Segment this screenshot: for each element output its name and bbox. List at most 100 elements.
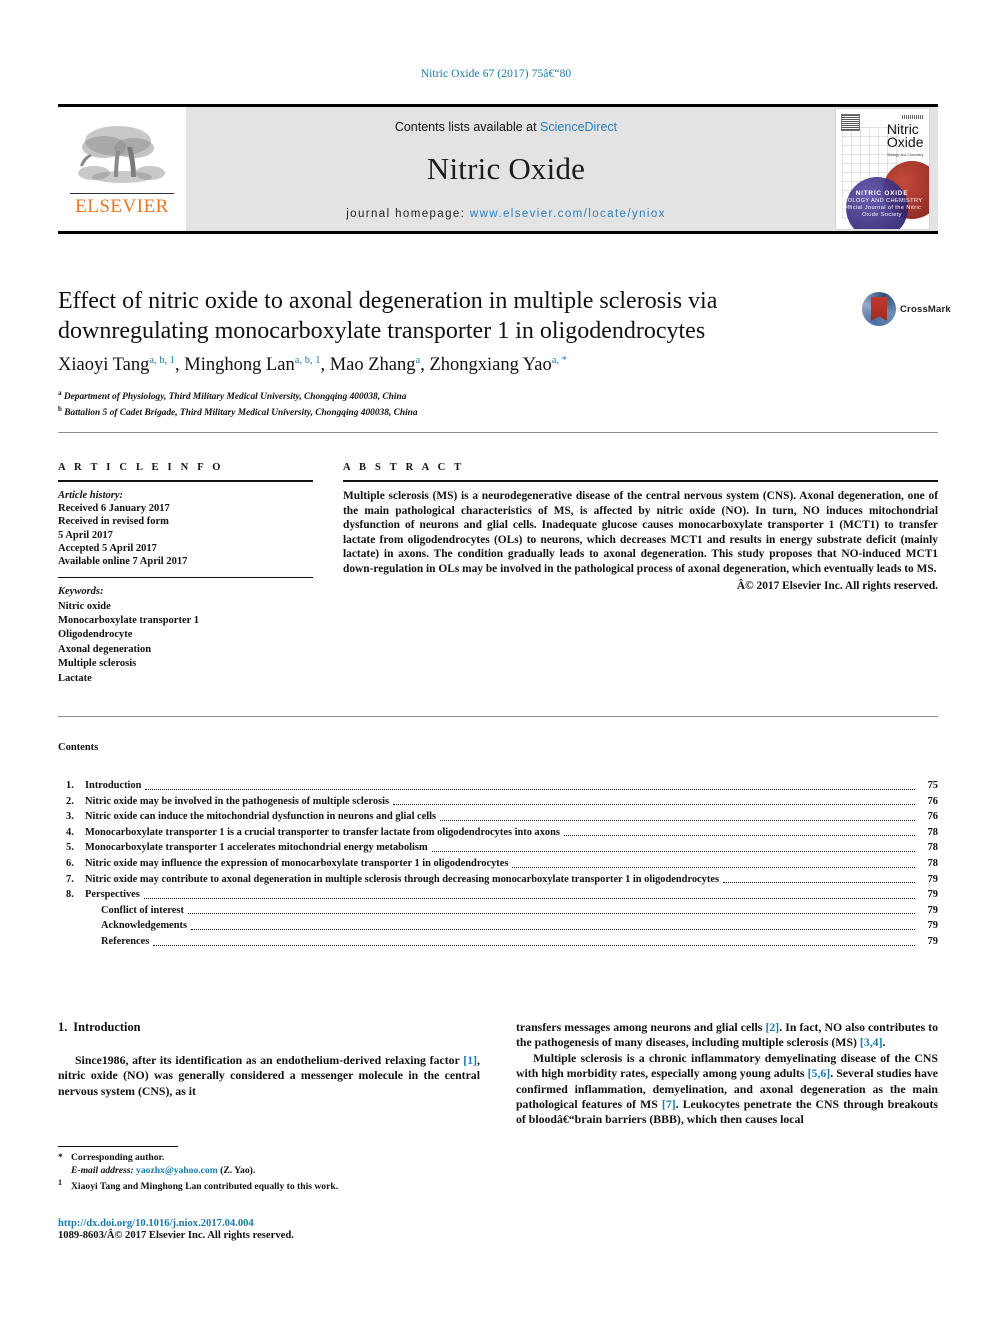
cover-elsevier-mark-icon — [840, 114, 860, 131]
elsevier-wordmark: ELSEVIER — [75, 195, 169, 217]
citation-ref[interactable]: [3,4] — [860, 1035, 883, 1049]
affiliation-list: a Department of Physiology, Third Milita… — [58, 388, 858, 419]
cover-footer-sub2: Official Journal of the Nitric Oxide Soc… — [842, 205, 922, 218]
toc-number: 1. — [66, 780, 74, 791]
homepage-url-link[interactable]: www.elsevier.com/locate/yniox — [470, 208, 666, 220]
homepage-prefix: journal homepage: — [346, 208, 470, 220]
toc-label: Introduction — [85, 780, 142, 791]
author-name: Mao Zhang — [329, 355, 416, 376]
toc-row[interactable]: Acknowledgements 79 — [58, 918, 938, 934]
keyword-item: Monocarboxylate transporter 1 — [58, 615, 199, 627]
toc-label: References — [101, 935, 150, 947]
author-list: Xiaoyi Tanga, b, 1, Minghong Lana, b, 1,… — [58, 355, 567, 376]
article-info-column: A R T I C L E I N F O Article history: R… — [58, 462, 313, 686]
toc-row[interactable]: 2. Nitric oxide may be involved in the p… — [58, 794, 938, 810]
toc-number: 5. — [66, 842, 74, 854]
email-suffix: (Z. Yao). — [220, 1164, 256, 1176]
journal-title: Nitric Oxide — [426, 151, 586, 186]
sciencedirect-link[interactable]: ScienceDirect — [540, 120, 617, 134]
keyword-item: Nitric oxide — [58, 600, 111, 612]
footnote-corresponding-author: * Corresponding author. — [58, 1152, 480, 1165]
author-sup: a, b, 1 — [294, 355, 321, 366]
table-of-contents: 1. Introduction 75 2. Nitric oxide may b… — [58, 778, 938, 950]
toc-page: 79 — [927, 889, 938, 901]
toc-leader-dots — [143, 897, 915, 899]
citation-ref[interactable]: [7] — [662, 1097, 676, 1111]
abstract-text: Multiple sclerosis (MS) is a neurodegene… — [343, 490, 938, 575]
toc-page: 75 — [927, 780, 938, 791]
toc-leader-dots — [145, 788, 915, 790]
elsevier-logo: ELSEVIER — [58, 107, 186, 231]
asterisk-icon: * — [58, 1152, 63, 1163]
author-sup: a, b, 1 — [149, 355, 176, 366]
citation-ref[interactable]: [1] — [463, 1053, 477, 1067]
toc-page: 79 — [927, 935, 938, 947]
contents-available-prefix: Contents lists available at — [394, 120, 541, 134]
toc-number: 4. — [66, 826, 74, 838]
toc-leader-dots — [191, 928, 915, 930]
cover-subtitle: Biology and Chemistry — [887, 153, 924, 157]
masthead-center: Contents lists available at ScienceDirec… — [186, 107, 826, 231]
journal-homepage-line: journal homepage: www.elsevier.com/locat… — [346, 208, 666, 220]
page-title: Effect of nitric oxide to axonal degener… — [58, 288, 718, 344]
toc-page: 78 — [927, 857, 938, 869]
body-columns: 1. Introduction Since1986, after its iden… — [58, 1020, 938, 1250]
toc-label: Nitric oxide may influence the expressio… — [85, 857, 509, 869]
affiliation-text: Battalion 5 of Cadet Brigade, Third Mili… — [64, 407, 418, 418]
contents-available-line: Contents lists available at ScienceDirec… — [395, 120, 617, 134]
toc-row[interactable]: 8. Perspectives 79 — [58, 887, 938, 903]
section-title: Introduction — [73, 1020, 141, 1034]
author-sup: a, * — [551, 355, 567, 366]
affiliation-text: Department of Physiology, Third Military… — [63, 392, 407, 403]
author-name: Zhongxiang Yao — [429, 355, 552, 376]
crossmark-icon — [862, 292, 896, 326]
section-number: 1. — [58, 1020, 68, 1034]
paragraph: Multiple sclerosis is a chronic inflamma… — [516, 1051, 938, 1128]
toc-number: 2. — [66, 795, 74, 807]
toc-row[interactable]: 1. Introduction 75 — [58, 778, 938, 794]
toc-row[interactable]: Conflict of interest 79 — [58, 903, 938, 919]
toc-page: 76 — [927, 795, 938, 807]
tree-svg — [78, 125, 165, 183]
cover-footer: NITRIC OXIDE BIOLOGY AND CHEMISTRY Offic… — [836, 190, 929, 219]
toc-number: 7. — [66, 873, 74, 885]
paper-page: Nitric Oxide 67 (2017) 75â€“80 ELSEVIER … — [0, 0, 992, 1323]
toc-leader-dots — [393, 804, 915, 806]
citation-ref[interactable]: [5,6] — [808, 1066, 831, 1080]
toc-page: 79 — [927, 904, 938, 916]
abstract-heading: A B S T R A C T — [343, 462, 465, 473]
toc-leader-dots — [723, 882, 915, 884]
affiliation-item: b Battalion 5 of Cadet Brigade, Third Mi… — [58, 404, 858, 420]
cover-title-line2: Oxide — [886, 134, 924, 150]
crossmark-badge[interactable]: CrossMark — [862, 288, 951, 330]
toc-number: 6. — [66, 857, 74, 869]
divider-authors — [58, 432, 938, 433]
toc-page: 76 — [927, 811, 938, 823]
footnote-divider — [58, 1146, 178, 1147]
toc-row[interactable]: 4. Monocarboxylate transporter 1 is a cr… — [58, 825, 938, 841]
email-link[interactable]: yaozhx@yahoo.com — [136, 1165, 218, 1176]
toc-page: 78 — [927, 842, 938, 854]
footnote-equal-contribution: 1 Xiaoyi Tang and Minghong Lan contribute… — [58, 1177, 480, 1194]
toc-leader-dots — [187, 913, 915, 915]
toc-row[interactable]: 6. Nitric oxide may influence the expres… — [58, 856, 938, 872]
citation-ref[interactable]: [2] — [765, 1020, 779, 1034]
abstract-column: A B S T R A C T Multiple sclerosis (MS) … — [343, 462, 938, 592]
toc-row[interactable]: 5. Monocarboxylate transporter 1 acceler… — [58, 840, 938, 856]
keywords-label: Keywords: — [58, 586, 104, 598]
toc-row[interactable]: 3. Nitric oxide can induce the mitochond… — [58, 809, 938, 825]
toc-row[interactable]: 7. Nitric oxide may contribute to axonal… — [58, 872, 938, 888]
divider-keywords — [58, 577, 313, 579]
toc-label: Conflict of interest — [101, 904, 184, 916]
paragraph: transfers messages among neurons and gli… — [516, 1020, 938, 1051]
toc-page: 79 — [927, 920, 938, 932]
paragraph: Since1986, after its identification as a… — [58, 1053, 480, 1099]
toc-label: Monocarboxylate transporter 1 accelerate… — [85, 842, 428, 854]
author-sup: a — [415, 355, 421, 366]
contents-heading: Contents — [58, 742, 99, 753]
doi-link[interactable]: http://dx.doi.org/10.1016/j.niox.2017.04… — [58, 1218, 498, 1229]
divider-abstract — [343, 480, 938, 482]
footnote-equal-text: Xiaoyi Tang and Minghong Lan contributed… — [71, 1181, 339, 1193]
divider-contents — [58, 716, 938, 717]
toc-row[interactable]: References 79 — [58, 934, 938, 950]
